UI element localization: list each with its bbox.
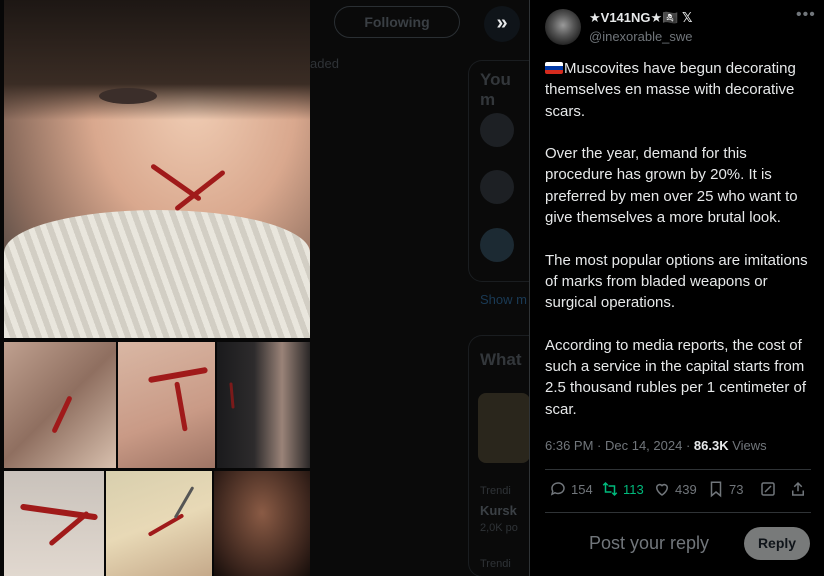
trend-category: Trendi xyxy=(480,558,511,570)
repost-button[interactable]: 113 xyxy=(601,480,644,498)
trend-post-count: 2,0K po xyxy=(480,522,518,534)
action-bar: 154 113 439 73 xyxy=(545,480,815,502)
scar-mark xyxy=(147,366,209,384)
tweet-paragraph: The most popular options are imitations … xyxy=(545,251,808,312)
expand-panel-button[interactable]: » xyxy=(484,6,520,42)
timeline-snippet: aded xyxy=(310,56,339,71)
suggestion-avatar xyxy=(480,113,514,147)
avatar[interactable] xyxy=(545,9,581,45)
media-image-5[interactable] xyxy=(4,471,104,576)
media-image-4[interactable] xyxy=(217,342,310,468)
views-label: Views xyxy=(732,438,767,453)
divider xyxy=(545,512,811,513)
grok-icon xyxy=(761,482,775,496)
whats-happening-heading: What xyxy=(480,350,522,369)
tweet-paragraph: Muscovites have begun decorating themsel… xyxy=(545,60,796,120)
scalpel-shape xyxy=(173,486,195,519)
trend-thumbnail xyxy=(478,393,529,463)
media-image-2[interactable] xyxy=(4,342,116,468)
reply-count: 154 xyxy=(571,481,593,497)
tweet-meta: 6:36 PM · Dec 14, 2024 · 86.3K Views xyxy=(545,438,767,453)
author-name[interactable]: ★V141NG★🏴‍☠️ 𝕏 xyxy=(589,10,692,26)
tweet-time[interactable]: 6:36 PM xyxy=(545,438,593,453)
suggestion-avatar xyxy=(480,228,514,262)
russia-flag-icon xyxy=(545,62,563,74)
hair-shape xyxy=(4,0,310,120)
suggestion-avatar xyxy=(480,170,514,204)
media-image-3[interactable] xyxy=(118,342,215,468)
author-handle[interactable]: @inexorable_swe xyxy=(589,29,693,44)
views-count: 86.3K xyxy=(693,438,729,453)
reply-submit-button[interactable]: Reply xyxy=(744,527,810,560)
media-image-6[interactable] xyxy=(106,471,212,576)
sweater-shape xyxy=(4,210,310,338)
trend-title: Kursk xyxy=(480,503,517,518)
like-count: 439 xyxy=(675,481,697,497)
show-more-link: Show m xyxy=(480,292,527,307)
bookmark-count: 73 xyxy=(729,481,744,497)
tweet-date[interactable]: Dec 14, 2024 xyxy=(605,438,682,453)
more-options-icon[interactable]: ••• xyxy=(796,6,816,24)
bookmark-button[interactable]: 73 xyxy=(707,480,743,498)
reply-button[interactable]: 154 xyxy=(549,480,593,498)
divider xyxy=(545,469,811,470)
double-chevron-right-icon: » xyxy=(496,12,508,34)
share-button[interactable] xyxy=(789,480,807,498)
media-image-7[interactable] xyxy=(214,471,310,576)
grok-button[interactable] xyxy=(759,480,777,498)
bookmark-icon xyxy=(710,481,722,498)
comment-icon xyxy=(550,482,565,496)
share-icon xyxy=(792,481,804,496)
tab-following: Following xyxy=(334,6,460,38)
eye-shape xyxy=(99,88,157,104)
tweet-panel: ★V141NG★🏴‍☠️ 𝕏 @inexorable_swe ••• Musco… xyxy=(529,0,824,576)
like-button[interactable]: 439 xyxy=(653,480,697,498)
media-image-main[interactable] xyxy=(4,0,310,338)
scar-mark xyxy=(229,382,235,409)
reply-input[interactable]: Post your reply xyxy=(589,533,709,554)
repost-icon xyxy=(602,481,618,497)
dimmed-timeline: Following aded You m Show m What Trendi … xyxy=(310,0,529,576)
scar-mark xyxy=(174,169,226,212)
who-to-follow-heading: You m xyxy=(480,70,511,109)
tweet-paragraph: According to media reports, the cost of … xyxy=(545,336,806,418)
tweet-text: Muscovites have begun decorating themsel… xyxy=(545,58,817,420)
heart-icon xyxy=(655,483,669,496)
media-viewer: Following aded You m Show m What Trendi … xyxy=(0,0,529,576)
tweet-paragraph: Over the year, demand for this procedure… xyxy=(545,145,798,227)
scar-mark xyxy=(174,381,188,432)
scar-mark xyxy=(147,513,185,537)
trend-category: Trendi xyxy=(480,485,511,497)
repost-count: 113 xyxy=(623,481,644,497)
scar-mark xyxy=(51,395,73,434)
